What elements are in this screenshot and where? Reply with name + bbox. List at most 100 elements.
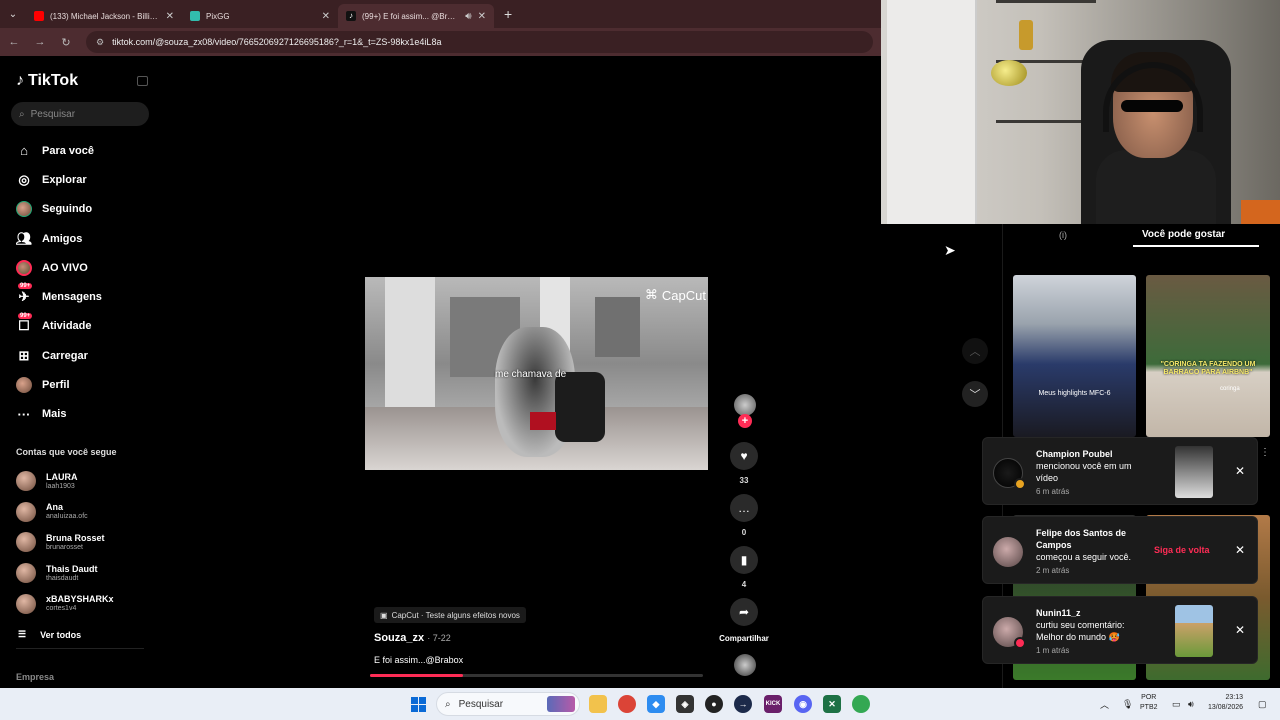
app-icon[interactable]: ◈	[676, 695, 694, 713]
suggested-video-thumbnail[interactable]: "CORINGA TA FAZENDO UM BARRACO PARA AIRB…	[1146, 275, 1270, 437]
discord-icon[interactable]: ◉	[794, 695, 812, 713]
capcut-icon: ⌘	[644, 287, 658, 302]
video-author[interactable]: Souza_zx · 7-22	[374, 632, 451, 644]
menu-item-mais[interactable]: ··· Mais	[16, 400, 102, 429]
like-badge-icon	[1014, 637, 1026, 649]
url-bar[interactable]: ⚙︎ tiktok.com/@souza_zx08/video/76652069…	[86, 31, 873, 53]
close-icon[interactable]: ✕	[1235, 464, 1245, 478]
network-icon[interactable]: ▭	[1172, 688, 1181, 720]
file-explorer-icon[interactable]	[589, 695, 607, 713]
notification-name: Champion Poubel	[1036, 449, 1113, 459]
video-date: · 7-22	[427, 633, 451, 643]
browser-tab-bar: ⌄ (133) Michael Jackson - Billie Je ✕ Pi…	[0, 0, 881, 28]
notification-toast[interactable]: Champion Poubel mencionou você em um víd…	[982, 437, 1258, 505]
browser-tab-pixgg[interactable]: PixGG ✕	[182, 4, 338, 28]
following-item[interactable]: Bruna Rosset brunarosset	[16, 527, 114, 558]
effect-tag[interactable]: ▣ CapCut · Teste alguns efeitos novos	[374, 607, 526, 623]
video-preview-thumbnail[interactable]	[1175, 446, 1213, 498]
language-indicator[interactable]: POR PTB2	[1140, 693, 1158, 713]
site-info-icon[interactable]: ⚙︎	[96, 37, 104, 48]
notification-toast[interactable]: Nunin11_z curtiu seu comentário: Melhor …	[982, 596, 1258, 664]
follow-plus-icon[interactable]: +	[738, 414, 752, 428]
collapse-sidebar-icon[interactable]	[137, 76, 148, 86]
see-all-button[interactable]: ☰ Ver todos	[18, 629, 81, 640]
windows-start-icon[interactable]	[411, 697, 426, 712]
obs-icon[interactable]: ●	[705, 695, 723, 713]
taskbar-clock[interactable]: 23:13 13/08/2026	[1208, 693, 1243, 713]
chrome-active-icon[interactable]	[852, 695, 870, 713]
app-icon[interactable]: →	[734, 695, 752, 713]
menu-item-amigos[interactable]: 👥︎ Amigos	[16, 224, 102, 253]
app-icon[interactable]: ◆	[647, 695, 665, 713]
close-tab-icon[interactable]: ✕	[166, 11, 174, 22]
comment-icon[interactable]: …	[730, 494, 758, 522]
menu-item-ao-vivo[interactable]: AO VIVO	[16, 253, 102, 282]
follow-back-button[interactable]: Siga de volta	[1154, 545, 1210, 555]
comment-action[interactable]: … 0	[730, 494, 758, 537]
browser-tab-youtube[interactable]: (133) Michael Jackson - Billie Je ✕	[26, 4, 182, 28]
close-icon[interactable]: ✕	[1235, 543, 1245, 557]
excel-icon[interactable]: ✕	[823, 695, 841, 713]
close-tab-icon[interactable]: ✕	[478, 11, 486, 22]
video-frame-detail	[555, 372, 605, 442]
browser-tab-tiktok[interactable]: ♪ (99+) E foi assim... @Brabox 🔊︎ ✕	[338, 4, 494, 28]
following-item[interactable]: xBABYSHARKx cortes1v4	[16, 588, 114, 619]
video-progress-bar[interactable]	[370, 674, 703, 677]
following-item[interactable]: Thais Daudt thaisdaudt	[16, 558, 114, 589]
new-tab-icon[interactable]: +	[504, 6, 512, 22]
language-code: POR	[1141, 694, 1157, 701]
webcam-scene	[991, 60, 1027, 86]
search-input[interactable]: ⌕ Pesquisar	[11, 102, 149, 126]
activity-icon: ☐	[18, 318, 30, 334]
heart-icon[interactable]: ♥	[730, 442, 758, 470]
menu-item-carregar[interactable]: ⊞ Carregar	[16, 341, 102, 370]
save-count: 4	[741, 580, 747, 589]
tiktok-logo[interactable]: ♪ TikTok	[16, 72, 78, 90]
menu-item-mensagens[interactable]: ✈︎ 99+ Mensagens	[16, 282, 102, 311]
notification-toast[interactable]: Felipe dos Santos de Campos começou a se…	[982, 516, 1258, 584]
close-tab-icon[interactable]: ✕	[322, 11, 330, 22]
following-name: LAURA	[46, 471, 78, 482]
forward-icon[interactable]: →	[34, 36, 46, 48]
like-action[interactable]: ♥ 33	[730, 442, 758, 485]
share-action[interactable]: ➦	[730, 598, 758, 626]
music-disc-icon[interactable]	[734, 654, 756, 676]
footer-empresa-link[interactable]: Empresa	[16, 672, 54, 682]
microphone-icon[interactable]: 🎙︎	[1122, 688, 1133, 720]
following-item[interactable]: LAURA laah1903	[16, 466, 114, 497]
save-action[interactable]: ▮ 4	[730, 546, 758, 589]
kick-icon[interactable]: KICK	[764, 695, 782, 713]
tab-comments[interactable]: (i)	[1059, 230, 1067, 240]
reload-icon[interactable]: ↻	[60, 36, 72, 49]
taskbar-search[interactable]: ⌕ Pesquisar	[436, 692, 580, 716]
notification-center-icon[interactable]: ▢	[1258, 688, 1267, 720]
next-video-button[interactable]: ﹀	[962, 381, 988, 407]
menu-item-para-voce[interactable]: ⌂ Para você	[16, 136, 102, 165]
menu-item-perfil[interactable]: Perfil	[16, 370, 102, 399]
bookmark-icon[interactable]: ▮	[730, 546, 758, 574]
menu-item-atividade[interactable]: ☐ 99+ Atividade	[16, 312, 102, 341]
more-options-icon[interactable]: ⋮	[1260, 447, 1270, 458]
suggested-video-thumbnail[interactable]: Meus highlights MFC-6	[1013, 275, 1136, 437]
tab-search-chevron-icon[interactable]: ⌄	[0, 0, 26, 28]
share-icon[interactable]: ➦	[730, 598, 758, 626]
video-preview-thumbnail[interactable]	[1175, 605, 1213, 657]
menu-item-explorar[interactable]: ◎ Explorar	[16, 165, 102, 194]
tray-chevron-icon[interactable]: ︿	[1100, 688, 1109, 720]
volume-icon[interactable]: 🔊︎	[1188, 688, 1194, 720]
previous-video-button[interactable]: ︿	[962, 338, 988, 364]
video-player[interactable]: ⌘ CapCut me chamava de	[365, 277, 708, 470]
chrome-icon[interactable]	[618, 695, 636, 713]
creator-avatar[interactable]	[734, 394, 756, 416]
thumbnail-tag: coringa	[1220, 386, 1240, 392]
tab-voce-pode-gostar[interactable]: Você pode gostar	[1142, 229, 1225, 240]
following-item[interactable]: Ana anaIuizaa.ofc	[16, 497, 114, 528]
following-name: Bruna Rosset	[46, 532, 105, 543]
close-icon[interactable]: ✕	[1235, 623, 1245, 637]
back-icon[interactable]: ←	[8, 36, 20, 48]
following-list: LAURA laah1903 Ana anaIuizaa.ofc Bruna Ros…	[16, 466, 114, 619]
windows-taskbar: ⌕ Pesquisar ◆ ◈ ● → KICK ◉ ✕ ︿ 🎙︎ POR PT…	[0, 688, 1280, 720]
notification-message: começou a seguir você.	[1036, 552, 1132, 562]
speaker-icon[interactable]: 🔊︎	[465, 11, 471, 22]
menu-item-seguindo[interactable]: Seguindo	[16, 195, 102, 224]
